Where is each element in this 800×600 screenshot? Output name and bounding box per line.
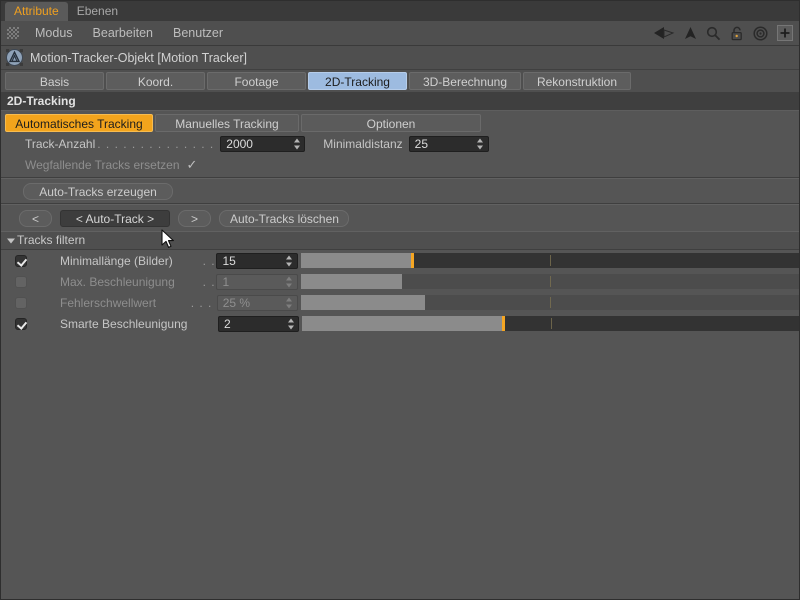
input-max-beschleunigung[interactable]: 1 — [216, 273, 298, 290]
tab-basis[interactable]: Basis — [5, 72, 104, 90]
window-tab-ebenen[interactable]: Ebenen — [67, 2, 128, 21]
slider-smarte-beschleunigung-tick — [550, 318, 552, 329]
filter-row-smarte-beschleunigung: Smarte Beschleunigung 2 — [1, 313, 799, 334]
motion-tracker-icon — [6, 49, 23, 66]
slider-minimallaenge-handle[interactable] — [411, 253, 415, 268]
stepper-minimaldistanz[interactable] — [477, 138, 484, 150]
menu-bar: Modus Bearbeiten Benutzer — [1, 21, 799, 46]
tab-3d-berechnung[interactable]: 3D-Berechnung — [409, 72, 521, 90]
back-arrow-icon[interactable] — [653, 26, 675, 40]
auto-track-button[interactable]: < Auto-Track > — [60, 209, 170, 227]
panel-gripper-icon[interactable] — [7, 27, 19, 39]
slider-smarte-beschleunigung-fill — [302, 316, 503, 331]
slider-minimallaenge-tick — [549, 255, 551, 266]
forward-arrow-icon[interactable] — [684, 26, 697, 40]
auto-tracks-loeschen-button[interactable]: Auto-Tracks löschen — [219, 209, 349, 227]
stepper-smarte-beschleunigung[interactable] — [287, 318, 294, 329]
label-minimaldistanz: Minimaldistanz — [323, 137, 403, 151]
subtab-automatisches-tracking[interactable]: Automatisches Tracking — [5, 114, 153, 132]
prev-track-button[interactable]: < — [19, 209, 52, 227]
input-minimallaenge[interactable]: 15 — [216, 252, 298, 269]
subtab-optionen[interactable]: Optionen — [301, 114, 481, 132]
tab-rekonstruktion[interactable]: Rekonstruktion — [523, 72, 631, 90]
input-minimaldistanz[interactable]: 25 — [408, 136, 489, 152]
chevron-down-icon — [7, 238, 15, 243]
tab-footage[interactable]: Footage — [207, 72, 306, 90]
target-icon[interactable] — [753, 25, 768, 41]
search-icon[interactable] — [706, 26, 721, 41]
label-fehlerschwellwert-dots: . . . . . — [190, 295, 230, 310]
stepper-track-anzahl[interactable] — [293, 138, 300, 150]
attribute-manager-window: Attribute Ebenen Modus Bearbeiten Benutz… — [0, 0, 800, 600]
label-minimallaenge: Minimallänge (Bilder) — [60, 253, 173, 268]
stepper-fehlerschwellwert[interactable] — [286, 297, 293, 308]
menu-toolbar-icons — [653, 21, 793, 45]
slider-smarte-beschleunigung-handle[interactable] — [501, 316, 505, 331]
next-track-button[interactable]: > — [178, 209, 211, 227]
row-generate-tracks: Auto-Tracks erzeugen — [1, 179, 799, 203]
group-tracks-filtern[interactable]: Tracks filtern — [1, 231, 799, 250]
lock-icon[interactable] — [730, 26, 744, 41]
label-max-beschleunigung-dots: . . — [202, 274, 216, 289]
label-track-anzahl-dots: . . . . . . . . . . . . . . — [97, 137, 215, 151]
checkbox-max-beschleunigung[interactable] — [15, 275, 27, 288]
row-track-navigation: < < Auto-Track > > Auto-Tracks löschen — [1, 205, 799, 231]
checkbox-fehlerschwellwert[interactable] — [15, 296, 27, 309]
input-fehlerschwellwert-value: 25 % — [222, 295, 251, 310]
label-wegfallende-tracks-ersetzen: Wegfallende Tracks ersetzen — [25, 158, 180, 172]
checkbox-minimallaenge[interactable] — [15, 254, 27, 267]
slider-fehlerschwellwert[interactable] — [300, 295, 799, 310]
checkbox-smarte-beschleunigung[interactable] — [15, 317, 27, 330]
slider-minimallaenge-fill — [300, 253, 413, 268]
slider-fehlerschwellwert-tick — [549, 297, 551, 308]
slider-smarte-beschleunigung[interactable] — [302, 316, 799, 331]
input-smarte-beschleunigung[interactable]: 2 — [218, 315, 300, 332]
slider-max-beschleunigung[interactable] — [300, 274, 799, 289]
menu-item-bearbeiten[interactable]: Bearbeiten — [83, 21, 163, 45]
tab-koord[interactable]: Koord. — [106, 72, 205, 90]
stepper-max-beschleunigung[interactable] — [286, 276, 293, 287]
group-tracks-filtern-label: Tracks filtern — [17, 233, 86, 247]
tab-2d-tracking[interactable]: 2D-Tracking — [308, 72, 407, 90]
input-minimaldistanz-value: 25 — [414, 137, 428, 151]
input-fehlerschwellwert[interactable]: 25 % — [216, 294, 298, 311]
object-title: Motion-Tracker-Objekt [Motion Tracker] — [30, 50, 247, 65]
input-track-anzahl-value: 2000 — [226, 137, 253, 151]
label-track-anzahl: Track-Anzahl — [25, 137, 96, 151]
section-title-2d-tracking: 2D-Tracking — [1, 92, 799, 111]
slider-fehlerschwellwert-fill — [300, 295, 426, 310]
input-max-beschleunigung-value: 1 — [222, 274, 230, 289]
window-tab-attribute[interactable]: Attribute — [5, 2, 68, 21]
row-wegfallende-tracks: Wegfallende Tracks ersetzen ✓ — [1, 155, 799, 175]
label-smarte-beschleunigung: Smarte Beschleunigung — [60, 316, 188, 331]
menu-item-modus[interactable]: Modus — [25, 21, 83, 45]
stepper-minimallaenge[interactable] — [286, 255, 293, 266]
attribute-main-tabs: Basis Koord. Footage 2D-Tracking 3D-Bere… — [1, 70, 799, 92]
input-minimallaenge-value: 15 — [222, 253, 236, 268]
checkmark-icon[interactable]: ✓ — [187, 157, 198, 173]
input-track-anzahl[interactable]: 2000 — [220, 136, 306, 152]
filter-row-max-beschleunigung: Max. Beschleunigung . . 1 — [1, 271, 799, 292]
plus-icon[interactable] — [777, 25, 793, 41]
label-max-beschleunigung: Max. Beschleunigung — [60, 274, 175, 289]
slider-minimallaenge[interactable] — [300, 253, 799, 268]
input-smarte-beschleunigung-value: 2 — [224, 316, 231, 331]
slider-max-beschleunigung-fill — [300, 274, 403, 289]
filter-row-minimallaenge: Minimallänge (Bilder) . . 15 — [1, 250, 799, 271]
tracking-subtabs: Automatisches Tracking Manuelles Trackin… — [1, 111, 799, 133]
label-fehlerschwellwert: Fehlerschwellwert — [60, 295, 157, 310]
filter-row-fehlerschwellwert: Fehlerschwellwert . . . . . 25 % — [1, 292, 799, 313]
row-track-anzahl: Track-Anzahl . . . . . . . . . . . . . .… — [1, 133, 799, 155]
slider-max-beschleunigung-tick — [549, 276, 551, 287]
object-header: Motion-Tracker-Objekt [Motion Tracker] — [1, 46, 799, 70]
subtab-manuelles-tracking[interactable]: Manuelles Tracking — [155, 114, 299, 132]
auto-tracks-erzeugen-button[interactable]: Auto-Tracks erzeugen — [23, 182, 173, 200]
window-tabstrip: Attribute Ebenen — [1, 1, 799, 21]
menu-item-benutzer[interactable]: Benutzer — [163, 21, 233, 45]
label-minimallaenge-dots: . . — [202, 253, 216, 268]
